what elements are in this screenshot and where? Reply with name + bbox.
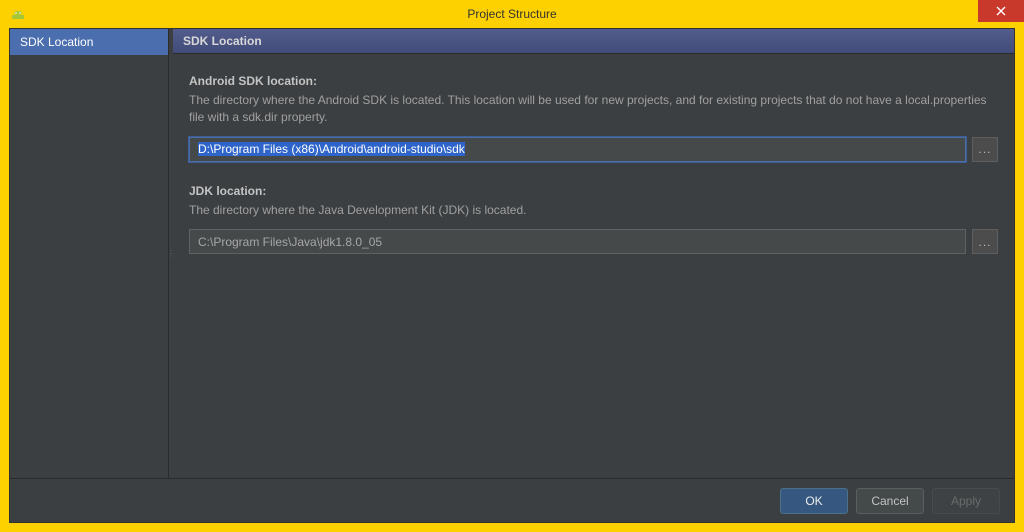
right-panel: SDK Location Android SDK location: The d… [173,29,1014,478]
jdk-label: JDK location: [189,184,998,198]
cancel-button[interactable]: Cancel [856,488,924,514]
sidebar: SDK Location [10,29,169,478]
android-sdk-browse-button[interactable]: ... [972,137,998,162]
button-bar: OK Cancel Apply [10,478,1014,522]
jdk-row: ... [189,229,998,254]
jdk-input[interactable] [189,229,966,254]
panel-header: SDK Location [173,29,1014,54]
android-sdk-description: The directory where the Android SDK is l… [189,92,998,127]
jdk-description: The directory where the Java Development… [189,202,998,219]
main-row: SDK Location ⋮ SDK Location Android SDK … [10,29,1014,478]
jdk-browse-button[interactable]: ... [972,229,998,254]
titlebar: Project Structure [0,0,1024,28]
android-sdk-input[interactable] [189,137,966,162]
apply-button: Apply [932,488,1000,514]
project-structure-window: Project Structure SDK Location ⋮ SDK Loc… [0,0,1024,532]
window-title: Project Structure [0,7,1024,21]
panel-content: Android SDK location: The directory wher… [173,54,1014,478]
ok-button[interactable]: OK [780,488,848,514]
android-sdk-row: ... [189,137,998,162]
dialog-body: SDK Location ⋮ SDK Location Android SDK … [9,28,1015,523]
sidebar-item-sdk-location[interactable]: SDK Location [10,29,168,55]
close-button[interactable] [978,0,1024,22]
android-sdk-label: Android SDK location: [189,74,998,88]
content-area: SDK Location ⋮ SDK Location Android SDK … [0,28,1024,532]
